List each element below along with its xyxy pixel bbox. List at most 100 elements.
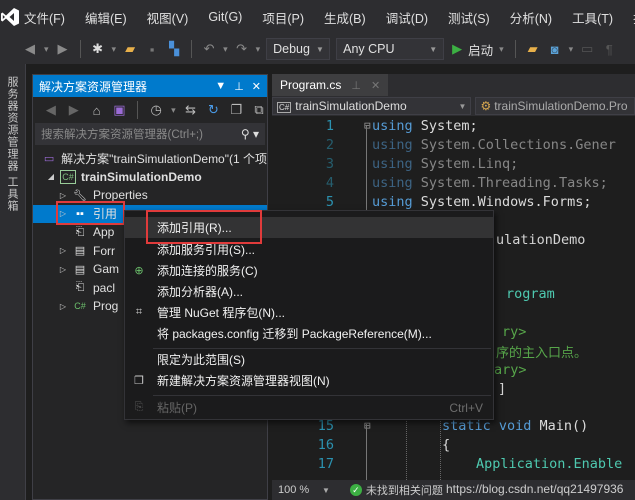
paste-icon: ⎘: [134, 401, 144, 413]
line-number: 2: [325, 136, 334, 153]
expanded-arrow-icon[interactable]: ◢: [45, 172, 57, 181]
show-all-files-icon[interactable]: ⧉: [251, 102, 267, 118]
toolbox-tab[interactable]: 工具箱: [6, 176, 20, 212]
solution-explorer-search-input[interactable]: 搜索解决方案资源管理器(Ctrl+;) ⚲ ▾: [35, 123, 265, 145]
menu-extensions[interactable]: 扩展: [623, 8, 635, 27]
menu-project[interactable]: 项目(P): [252, 8, 314, 27]
start-button[interactable]: ▶ 启动 ▾: [450, 40, 506, 59]
pending-changes-filter-icon[interactable]: ◷: [148, 102, 164, 118]
back-dropdown-icon[interactable]: ▾: [44, 44, 49, 55]
indent-guide: [406, 416, 407, 480]
code-line: 17 Application.Enable: [294, 454, 623, 473]
tree-item-label: App: [93, 225, 115, 240]
menu-item-migrate-packages[interactable]: 将 packages.config 迁移到 PackageReference(M…: [125, 323, 493, 344]
issues-indicator[interactable]: ✓ 未找到相关问题: [349, 482, 443, 498]
pin-icon[interactable]: ⊥: [234, 80, 244, 93]
home-icon[interactable]: ⌂: [89, 102, 105, 118]
code-text: System.Windows.Forms;: [412, 193, 592, 210]
filter-dropdown-icon[interactable]: ▾: [171, 105, 176, 116]
server-explorer-tab[interactable]: 服务器资源管理器: [6, 76, 20, 172]
collapse-all-icon[interactable]: ❐: [228, 102, 244, 118]
watermark-text: https://blog.csdn.net/qq21497936: [446, 482, 624, 496]
back-icon[interactable]: ◀: [22, 41, 38, 57]
platform-combo[interactable]: Any CPU ▼: [336, 38, 445, 60]
tab-label: Program.cs: [280, 78, 342, 92]
new-dropdown-icon[interactable]: ▾: [112, 44, 117, 55]
new-project-icon[interactable]: ✱: [90, 41, 106, 57]
code-text: {: [442, 436, 451, 453]
collapsed-arrow-icon[interactable]: ▷: [57, 265, 69, 274]
keyword: using: [372, 155, 413, 172]
solution-explorer-toolbar: ◀ ▶ ⌂ ▣ ◷ ▾ ⇆ ↻ ❐ ⧉: [33, 97, 267, 123]
project-navigation-dropdown[interactable]: C# trainSimulationDemo ▼: [272, 97, 472, 115]
layout-icon[interactable]: ▭: [579, 41, 595, 57]
solution-explorer-title-bar: 解决方案资源管理器 ▼ ⊥ ✕: [33, 75, 267, 97]
menu-item-add-connected-service[interactable]: ⊕ 添加连接的服务(C): [125, 260, 493, 281]
menu-git[interactable]: Git(G): [198, 10, 252, 24]
zoom-level[interactable]: 100 %: [272, 484, 322, 496]
collapsed-arrow-icon[interactable]: ▷: [57, 191, 69, 200]
issues-text: 未找到相关问题: [365, 485, 443, 497]
type-navigation-dropdown[interactable]: ⚙ trainSimulationDemo.Pro: [475, 97, 635, 115]
undo-dropdown-icon[interactable]: ▾: [223, 44, 228, 55]
save-icon[interactable]: ▪: [144, 41, 160, 57]
menu-tools[interactable]: 工具(T): [562, 8, 623, 27]
screenshot-dropdown-icon[interactable]: ▾: [569, 44, 574, 55]
toolbar-separator: [514, 40, 516, 58]
collapsed-arrow-icon[interactable]: ▷: [57, 302, 69, 311]
namespace-fragment: ulationDemo: [496, 232, 586, 248]
zoom-dropdown-icon[interactable]: ▼: [322, 486, 330, 495]
menu-file[interactable]: 文件(F): [20, 8, 75, 27]
start-dropdown-icon[interactable]: ▾: [499, 44, 504, 55]
tree-item-project[interactable]: ◢ C# trainSimulationDemo: [33, 168, 267, 187]
screenshot-icon[interactable]: ◙: [547, 41, 563, 57]
format-icon[interactable]: ¶: [601, 41, 617, 57]
save-all-icon[interactable]: ▚: [166, 41, 182, 57]
menu-build[interactable]: 生成(B): [314, 8, 376, 27]
configuration-combo[interactable]: Debug ▼: [266, 38, 331, 60]
visual-studio-logo-icon: [0, 0, 20, 34]
menu-test[interactable]: 测试(S): [438, 8, 500, 27]
browse-folder-icon[interactable]: ▰: [525, 41, 541, 57]
config-file-icon: ⎗: [75, 281, 85, 294]
connected-service-icon: ⊕: [134, 265, 144, 277]
forward-icon[interactable]: ▶: [66, 102, 82, 118]
tab-program-cs[interactable]: Program.cs ⊥ ✕: [272, 74, 389, 96]
fold-collapse-icon[interactable]: ⊟: [364, 419, 371, 432]
line-number: 4: [325, 174, 334, 191]
menu-analyze[interactable]: 分析(N): [500, 8, 562, 27]
panel-menu-dropdown-icon[interactable]: ▼: [215, 80, 226, 93]
forward-icon[interactable]: ▶: [55, 41, 71, 57]
refresh-icon[interactable]: ↻: [205, 102, 221, 118]
class-name-fragment: rogram: [506, 286, 555, 302]
undo-icon[interactable]: ↶: [201, 41, 217, 57]
menu-item-new-solution-explorer-view[interactable]: ❐ 新建解决方案资源管理器视图(N): [125, 370, 493, 391]
back-icon[interactable]: ◀: [43, 102, 59, 118]
menu-item-manage-nuget[interactable]: ⌗ 管理 NuGet 程序包(N)...: [125, 302, 493, 323]
tree-item-label: Prog: [93, 299, 119, 314]
sync-with-document-icon[interactable]: ⇆: [183, 102, 199, 118]
close-tab-icon[interactable]: ✕: [371, 79, 380, 92]
search-icon[interactable]: ⚲ ▾: [241, 127, 259, 141]
pin-tab-icon[interactable]: ⊥: [351, 79, 361, 92]
fold-collapse-icon[interactable]: ⊟: [364, 119, 371, 132]
tree-item-solution[interactable]: ▭ 解决方案"trainSimulationDemo"(1 个项: [33, 149, 267, 168]
menu-item-label: 添加分析器(A)...: [157, 285, 243, 299]
configuration-value: Debug: [273, 42, 310, 56]
menu-view[interactable]: 视图(V): [137, 8, 199, 27]
menu-item-paste[interactable]: ⎘ 粘贴(P) Ctrl+V: [125, 397, 493, 418]
left-tool-strip: 服务器资源管理器 工具箱: [0, 64, 26, 500]
switch-views-icon[interactable]: ▣: [111, 102, 127, 118]
code-line: 3 using System.Linq;: [294, 154, 518, 173]
chevron-down-icon: ▼: [429, 44, 438, 54]
menu-item-scope-to-this[interactable]: 限定为此范围(S): [125, 349, 493, 370]
open-folder-icon[interactable]: ▰: [122, 41, 138, 57]
redo-dropdown-icon[interactable]: ▾: [256, 44, 261, 55]
menu-edit[interactable]: 编辑(E): [75, 8, 137, 27]
menu-item-add-analyzer[interactable]: 添加分析器(A)...: [125, 281, 493, 302]
form-icon: ▤: [74, 263, 86, 276]
collapsed-arrow-icon[interactable]: ▷: [57, 246, 69, 255]
close-icon[interactable]: ✕: [252, 80, 261, 93]
redo-icon[interactable]: ↷: [234, 41, 250, 57]
menu-debug[interactable]: 调试(D): [376, 8, 438, 27]
